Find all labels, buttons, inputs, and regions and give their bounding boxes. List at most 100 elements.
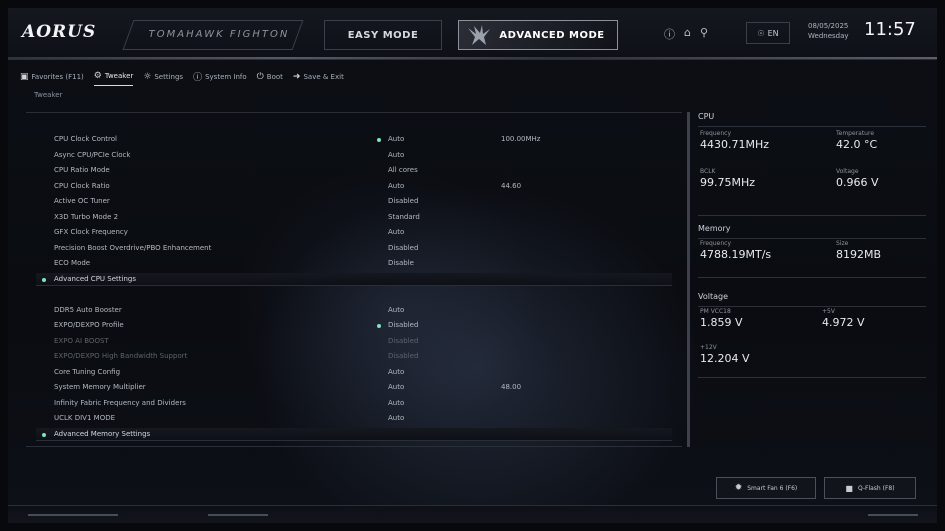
fan-icon: ✹ xyxy=(734,483,743,493)
language-button[interactable]: ☉ EN xyxy=(746,22,790,44)
brand-logo: AORUS xyxy=(22,22,97,42)
setting-label: EXPO/DEXPO Profile xyxy=(54,321,124,329)
setting-label: GFX Clock Frequency xyxy=(54,228,128,236)
kv-label: Frequency xyxy=(700,130,731,137)
setting-value[interactable]: All cores xyxy=(388,164,418,177)
header-accent-line xyxy=(8,57,937,59)
tab-save-exit[interactable]: ➜ Save & Exit xyxy=(293,70,344,86)
setting-row[interactable]: System Memory Multiplier Auto 48.00 xyxy=(36,381,672,394)
setting-label: CPU Clock Ratio xyxy=(54,181,110,190)
setting-row[interactable]: UCLK DIV1 MODE Auto xyxy=(36,412,672,425)
setting-label: System Memory Multiplier xyxy=(54,383,146,391)
setting-current-value: 44.60 xyxy=(501,181,522,190)
setting-current-value: 100.00MHz xyxy=(501,135,541,143)
submenu-link[interactable]: Advanced Memory Settings xyxy=(36,427,672,441)
setting-value[interactable]: Disabled xyxy=(388,335,418,348)
setting-value[interactable]: Auto xyxy=(388,381,404,394)
setting-label: Async CPU/PCIe Clock xyxy=(54,150,131,159)
cpu-section-title: CPU xyxy=(698,112,715,121)
star-icon: ▣ xyxy=(20,71,29,82)
search-icon[interactable]: ⚲ xyxy=(700,26,708,42)
smart-fan-button[interactable]: ✹ Smart Fan 6 (F6) xyxy=(716,477,816,499)
submenu-link[interactable]: Advanced CPU Settings xyxy=(36,272,672,286)
setting-label: ECO Mode xyxy=(54,259,91,267)
bottom-bar xyxy=(8,505,937,523)
setting-value[interactable]: Auto xyxy=(388,180,404,193)
voltage-section-title: Voltage xyxy=(698,292,729,301)
setting-value[interactable]: Standard xyxy=(388,211,420,224)
setting-row[interactable]: Infinity Fabric Frequency and Dividers Au… xyxy=(36,397,672,410)
tab-tweaker[interactable]: ⚙ Tweaker xyxy=(93,70,134,86)
setting-row[interactable]: Precision Boost Overdrive/PBO Enhancemen… xyxy=(36,242,672,255)
power-icon: ⏻ xyxy=(256,71,264,82)
home-icon[interactable]: ⌂ xyxy=(684,26,691,42)
tab-boot[interactable]: ⏻ Boot xyxy=(257,70,283,86)
setting-row[interactable]: ECO Mode Disable xyxy=(36,257,672,270)
kv-value: 4.972 V xyxy=(822,316,865,329)
setting-value[interactable]: Auto xyxy=(388,133,404,146)
help-icon[interactable]: ⓘ xyxy=(664,26,675,42)
clock-display: 11:57 xyxy=(864,19,916,40)
kv-label: Frequency xyxy=(700,240,731,247)
setting-label: UCLK DIV1 MODE xyxy=(54,414,116,422)
setting-value[interactable]: Auto xyxy=(388,149,404,162)
setting-value[interactable]: Auto xyxy=(388,397,404,410)
voltage-5v: +5V 4.972 V xyxy=(822,308,865,329)
bullet-icon xyxy=(42,277,46,282)
tab-label: Save & Exit xyxy=(303,72,344,81)
kv-label: +5V xyxy=(822,308,835,315)
setting-row[interactable]: CPU Ratio Mode All cores xyxy=(36,164,672,177)
setting-current-value: 48.00 xyxy=(501,383,522,391)
setting-value[interactable]: Auto xyxy=(388,366,404,379)
setting-label: DDR5 Auto Booster xyxy=(54,305,122,314)
setting-row[interactable]: Active OC Tuner Disabled xyxy=(36,195,672,208)
eagle-icon xyxy=(468,25,490,45)
setting-row[interactable]: GFX Clock Frequency Auto xyxy=(36,226,672,239)
tab-favorites[interactable]: ▣ Favorites (F11) xyxy=(20,70,84,86)
setting-row[interactable]: DDR5 Auto Booster Auto xyxy=(36,304,672,317)
setting-label: EXPO AI BOOST xyxy=(54,336,109,345)
kv-value: 8192MB xyxy=(836,248,882,261)
settings-panel: CPU Clock Control Auto 100.00MHz Async CPU/… xyxy=(26,112,682,447)
gear-icon: ☼ xyxy=(143,71,152,82)
setting-row[interactable]: Async CPU/PCIe Clock Auto xyxy=(36,149,672,162)
setting-value[interactable]: Auto xyxy=(388,412,404,425)
weekday-value: Wednesday xyxy=(808,32,849,40)
setting-value[interactable]: Disabled xyxy=(388,350,418,363)
setting-label: CPU Ratio Mode xyxy=(54,166,110,174)
kv-value: 12.204 V xyxy=(700,352,750,365)
kv-label: BCLK xyxy=(700,168,716,175)
setting-row[interactable]: EXPO AI BOOST Disabled xyxy=(36,335,672,348)
setting-row[interactable]: Core Tuning Config Auto xyxy=(36,366,672,379)
setting-value[interactable]: Disabled xyxy=(388,195,418,208)
setting-row[interactable]: CPU Clock Ratio Auto 44.60 xyxy=(36,180,672,193)
language-label: EN xyxy=(767,28,779,38)
setting-value[interactable]: Auto xyxy=(388,304,404,317)
cpu-bclk: BCLK 99.75MHz xyxy=(700,168,755,189)
selection-dot-icon xyxy=(377,138,381,142)
kv-label: PM VCC18 xyxy=(700,308,731,315)
globe-icon: ☉ xyxy=(757,28,765,38)
setting-row[interactable]: EXPO/DEXPO High Bandwidth Support Disable… xyxy=(36,350,672,363)
setting-label: Core Tuning Config xyxy=(54,367,121,376)
setting-value[interactable]: Disabled xyxy=(388,319,418,332)
settings-scrollbar[interactable] xyxy=(687,112,690,447)
setting-value[interactable]: Disable xyxy=(388,257,414,270)
bios-screen: AORUS TOMAHAWK FIGHTON EASY MODE ADVANCE… xyxy=(8,8,937,523)
qflash-button[interactable]: ■ Q-Flash (F8) xyxy=(824,477,916,499)
tab-system-info[interactable]: ⓘ System Info xyxy=(193,70,247,86)
setting-label: Active OC Tuner xyxy=(54,197,110,205)
breadcrumb: Tweaker xyxy=(34,91,63,99)
flash-icon: ■ xyxy=(845,483,853,493)
cpu-frequency: Frequency 4430.71MHz xyxy=(700,130,769,151)
setting-value[interactable]: Auto xyxy=(388,226,404,239)
tab-settings[interactable]: ☼ Settings xyxy=(143,70,183,86)
easy-mode-button[interactable]: EASY MODE xyxy=(324,20,442,50)
setting-row[interactable]: EXPO/DEXPO Profile Disabled xyxy=(36,319,672,332)
setting-row[interactable]: CPU Clock Control Auto 100.00MHz xyxy=(36,133,672,146)
kv-value: 4430.71MHz xyxy=(700,138,770,151)
cpu-voltage: Voltage 0.966 V xyxy=(836,168,879,189)
footer-strip xyxy=(868,514,918,516)
setting-row[interactable]: X3D Turbo Mode 2 Standard xyxy=(36,211,672,224)
setting-value[interactable]: Disabled xyxy=(388,242,418,255)
